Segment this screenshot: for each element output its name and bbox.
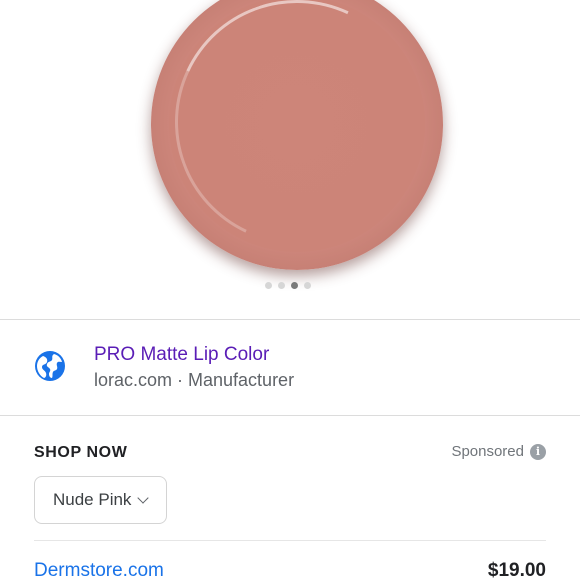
chevron-down-icon <box>137 491 150 504</box>
offer-divider <box>34 540 546 541</box>
offer-price: $19.00 <box>487 560 546 581</box>
sponsored-label[interactable]: Sponsored i <box>451 443 546 460</box>
sponsored-text: Sponsored <box>451 443 524 460</box>
globe-icon <box>35 351 65 381</box>
divider <box>0 415 580 416</box>
divider <box>0 319 580 320</box>
shop-now-heading: SHOP NOW <box>34 444 128 461</box>
info-icon[interactable]: i <box>530 443 546 460</box>
lip-color-swatch-image[interactable] <box>140 0 454 279</box>
swatch-highlight <box>140 0 454 279</box>
carousel-dot[interactable] <box>265 282 272 289</box>
carousel-dot[interactable] <box>304 282 311 289</box>
product-image-carousel[interactable] <box>0 0 580 318</box>
carousel-dot-active[interactable] <box>291 282 298 289</box>
shade-selected-value: Nude Pink <box>53 490 132 509</box>
seller-link[interactable]: Dermstore.com <box>34 560 164 582</box>
shade-dropdown[interactable]: Nude Pink <box>34 476 167 524</box>
carousel-dot[interactable] <box>278 282 285 289</box>
carousel-pagination <box>265 282 311 289</box>
source-title-link[interactable]: PRO Matte Lip Color <box>94 344 269 366</box>
source-domain: lorac.com · Manufacturer <box>94 370 295 390</box>
